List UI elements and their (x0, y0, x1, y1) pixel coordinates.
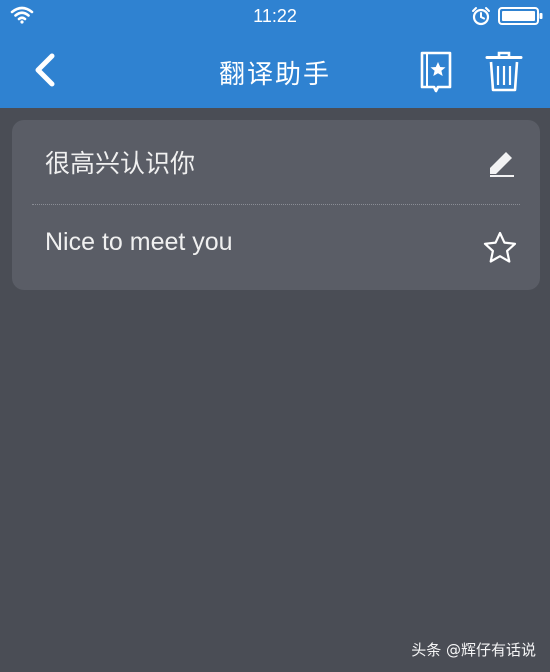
bookmark-star-icon[interactable] (418, 50, 454, 94)
battery-icon (498, 7, 543, 25)
trash-icon[interactable] (485, 50, 523, 94)
watermark: 头条 @辉仔有话说 (411, 641, 536, 659)
source-text-row[interactable]: 很高兴认识你 (12, 120, 540, 204)
result-text: Nice to meet you (45, 228, 233, 256)
navigation-bar: 翻译助手 (0, 32, 550, 108)
status-time: 11:22 (253, 6, 297, 26)
pencil-edit-icon[interactable] (486, 148, 516, 178)
status-bar: 11:22 (0, 0, 550, 32)
alarm-icon (472, 7, 490, 26)
divider (32, 204, 520, 205)
page-title: 翻译助手 (218, 60, 331, 90)
back-chevron-icon[interactable] (30, 50, 64, 90)
result-text-row: Nice to meet you (12, 206, 540, 290)
source-text: 很高兴认识你 (45, 149, 196, 178)
translation-card: 很高兴认识你 Nice to meet you (12, 120, 540, 290)
star-outline-icon[interactable] (482, 230, 518, 266)
